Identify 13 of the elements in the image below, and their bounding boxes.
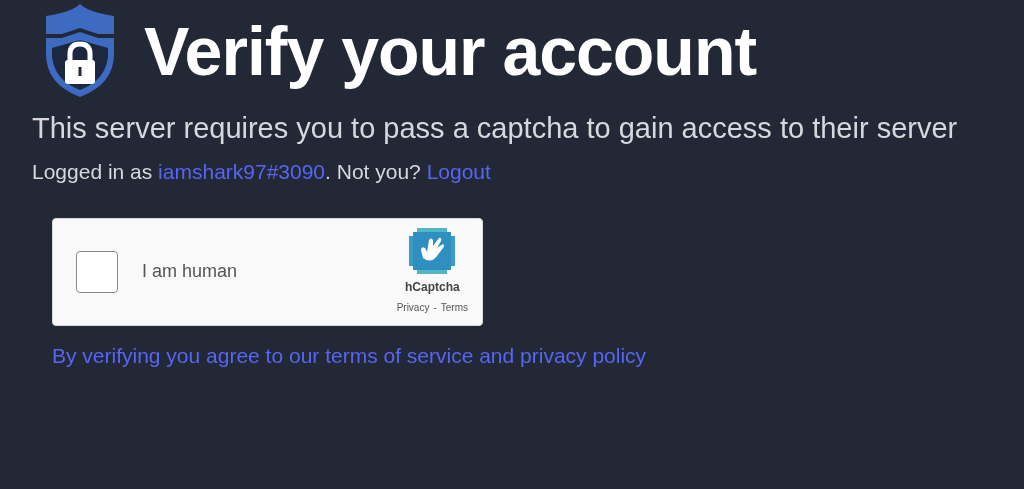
username-link[interactable]: iamshark97#3090	[158, 160, 326, 183]
captcha-label: I am human	[142, 260, 238, 283]
link-separator: -	[433, 301, 437, 315]
description-text: This server requires you to pass a captcha to gain access to their server	[32, 111, 959, 146]
page-title: Verify your account	[144, 12, 757, 92]
privacy-link[interactable]: Privacy	[396, 300, 430, 315]
login-status-text: Logged in as iamshark97#3090. Not you? Logout	[32, 159, 492, 185]
hand-logo-icon	[409, 228, 456, 274]
logout-link[interactable]: Logout	[426, 160, 491, 183]
captcha-checkbox[interactable]	[76, 250, 118, 293]
terms-agreement-link[interactable]: By verifying you agree to our terms of service and privacy policy	[52, 339, 647, 371]
captcha-brand: hCaptcha	[404, 279, 460, 296]
terms-link[interactable]: Terms	[440, 300, 468, 315]
